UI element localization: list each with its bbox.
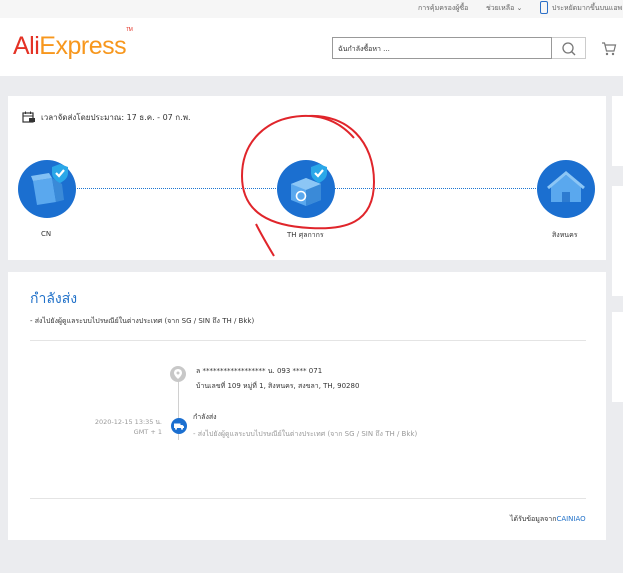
progress-node-label: CN bbox=[41, 230, 52, 238]
side-panel bbox=[612, 186, 623, 296]
event-description: - ส่งไปยังผู้ดูแลระบบไปรษณีย์ในต่างประเท… bbox=[193, 430, 418, 438]
package-check-icon bbox=[31, 164, 68, 205]
help-link[interactable]: ช่วยเหลือ ⌄ bbox=[486, 3, 522, 14]
location-pin-icon bbox=[170, 366, 186, 382]
side-panel bbox=[612, 312, 623, 402]
estimated-delivery: เวลาจัดส่งโดยประมาณ: 17 ธ.ค. - 07 ก.พ. bbox=[22, 111, 191, 124]
aliexpress-logo[interactable]: AliExpressTM bbox=[13, 27, 133, 61]
divider bbox=[30, 498, 586, 499]
tracking-details-card bbox=[8, 272, 606, 540]
search-icon bbox=[562, 42, 576, 56]
cart-icon[interactable] bbox=[600, 39, 618, 57]
progress-node-label: สิงหนคร bbox=[552, 231, 578, 239]
divider bbox=[30, 340, 586, 341]
progress-node-cn bbox=[18, 160, 76, 218]
house-icon bbox=[547, 171, 585, 202]
cainiao-link[interactable]: CAINIAO bbox=[556, 515, 585, 523]
progress-node-destination bbox=[537, 160, 595, 218]
buyer-protection-link[interactable]: การคุ้มครองผู้ซื้อ bbox=[418, 3, 468, 14]
annotation-circle bbox=[240, 114, 376, 257]
calendar-truck-icon bbox=[22, 111, 35, 123]
phone-icon bbox=[540, 1, 548, 14]
recipient-info: ล ****************** น. 093 **** 071 bbox=[196, 367, 323, 375]
recipient-address: บ้านเลขที่ 109 หมู่ที่ 1, สิงหนคร, สงขลา… bbox=[196, 382, 360, 390]
estimated-delivery-text: เวลาจัดส่งโดยประมาณ: 17 ธ.ค. - 07 ก.พ. bbox=[41, 113, 191, 122]
truck-icon bbox=[171, 418, 187, 434]
app-link[interactable]: ประหยัดมากขึ้นบนแอพ bbox=[552, 3, 622, 14]
status-title: กำลังส่ง bbox=[30, 291, 78, 307]
search-button[interactable] bbox=[552, 37, 586, 59]
event-time: 2020-12-15 13:35 น. GMT + 1 bbox=[94, 418, 162, 436]
header: AliExpressTM ฉันกำลังซื้อหา ... bbox=[0, 18, 623, 76]
search-input[interactable]: ฉันกำลังซื้อหา ... bbox=[332, 37, 552, 59]
data-source-info: ได้รับข้อมูลจากCAINIAO bbox=[510, 515, 586, 523]
side-panel bbox=[612, 96, 623, 166]
top-bar: การคุ้มครองผู้ซื้อ ช่วยเหลือ ⌄ ประหยัดมา… bbox=[0, 0, 623, 18]
status-description: - ส่งไปยังผู้ดูแลระบบไปรษณีย์ในต่างประเท… bbox=[30, 317, 255, 325]
event-status: กำลังส่ง bbox=[193, 413, 217, 421]
